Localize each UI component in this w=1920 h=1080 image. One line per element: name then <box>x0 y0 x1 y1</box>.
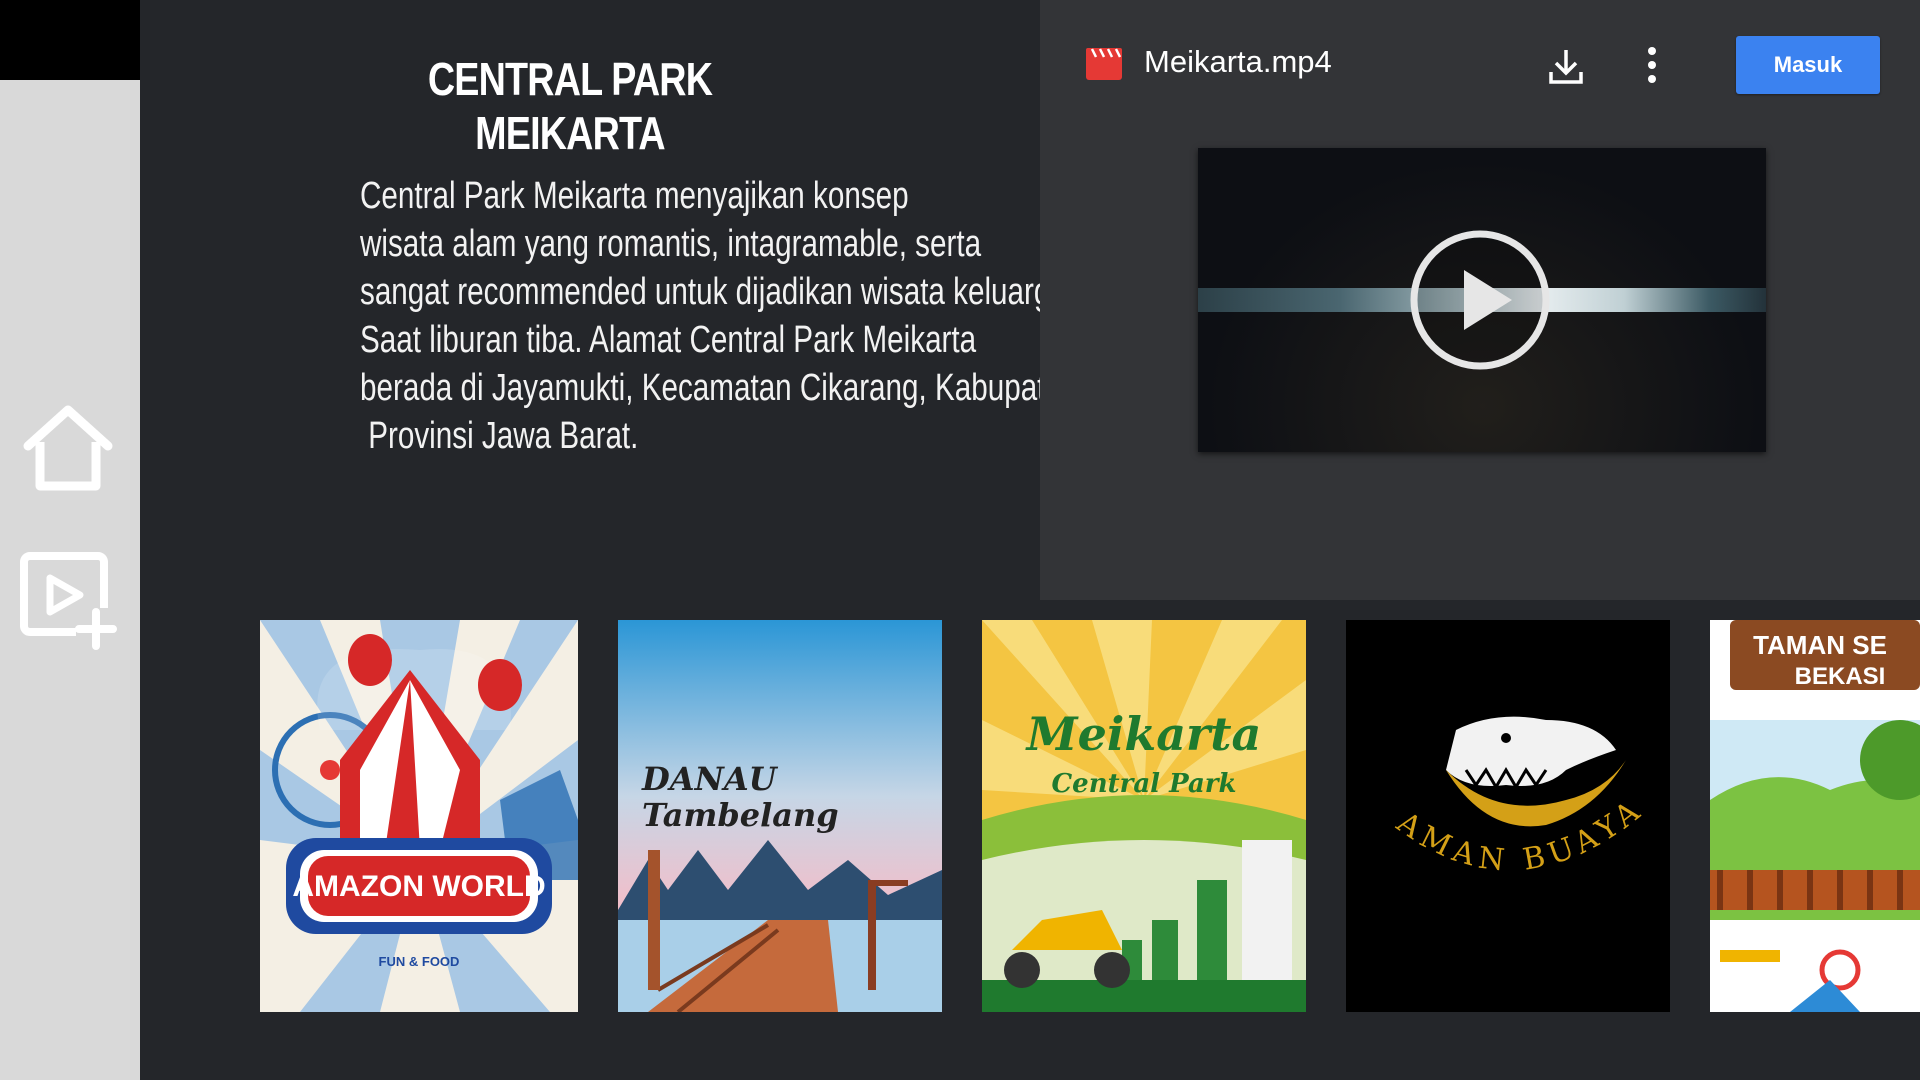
description-line: Saat liburan tiba. Alamat Central Park M… <box>360 319 977 361</box>
taman-bekasi-poster[interactable]: TAMAN SE BEKASI <box>1710 620 1920 1012</box>
amazon-world-poster[interactable]: AMAZON WORLD FUN & FOOD <box>260 620 578 1012</box>
more-vert-icon[interactable] <box>1644 46 1660 84</box>
sidebar <box>0 80 140 1080</box>
page-title: CENTRAL PARK MEIKARTA <box>427 53 713 159</box>
poster-title: Meikarta <box>1025 707 1262 761</box>
description-line: Central Park Meikarta menyajikan konsep <box>360 175 909 217</box>
poster-title: TAMAN SE <box>1753 630 1887 660</box>
meikarta-central-park-poster[interactable]: Meikarta Central Park <box>982 620 1306 1012</box>
video-player[interactable] <box>1198 148 1766 452</box>
poster-subtitle: FUN & FOOD <box>379 954 460 969</box>
description-line: berada di Jayamukti, Kecamatan Cikarang,… <box>360 367 1184 409</box>
file-name: Meikarta.mp4 <box>1144 44 1332 79</box>
poster-subtitle: Central Park <box>1051 769 1236 799</box>
description-line: Provinsi Jawa Barat. <box>360 415 639 457</box>
taman-buaya-poster[interactable]: TAMAN BUAYA <box>1346 620 1670 1012</box>
poster-subtitle: Tambelang <box>642 796 839 834</box>
page-description: Central Park Meikarta menyajikan konsep … <box>360 172 1184 460</box>
top-left-bar <box>0 0 140 80</box>
signin-button[interactable]: Masuk <box>1736 36 1880 94</box>
home-icon[interactable] <box>18 398 118 498</box>
danau-tambelang-poster[interactable]: DANAU Tambelang <box>618 620 942 1012</box>
play-icon[interactable] <box>1408 228 1552 372</box>
description-line: sangat recommended untuk dijadikan wisat… <box>360 271 1067 313</box>
poster-title: AMAZON WORLD <box>292 870 545 903</box>
description-line: wisata alam yang romantis, intagramable,… <box>360 223 982 265</box>
poster-title: DANAU <box>641 760 779 798</box>
download-icon[interactable] <box>1546 46 1586 86</box>
poster-subtitle: BEKASI <box>1795 663 1886 690</box>
video-viewer: Meikarta.mp4 Masuk <box>1040 0 1920 600</box>
video-file-icon <box>1086 48 1122 80</box>
video-add-icon[interactable] <box>18 550 118 650</box>
